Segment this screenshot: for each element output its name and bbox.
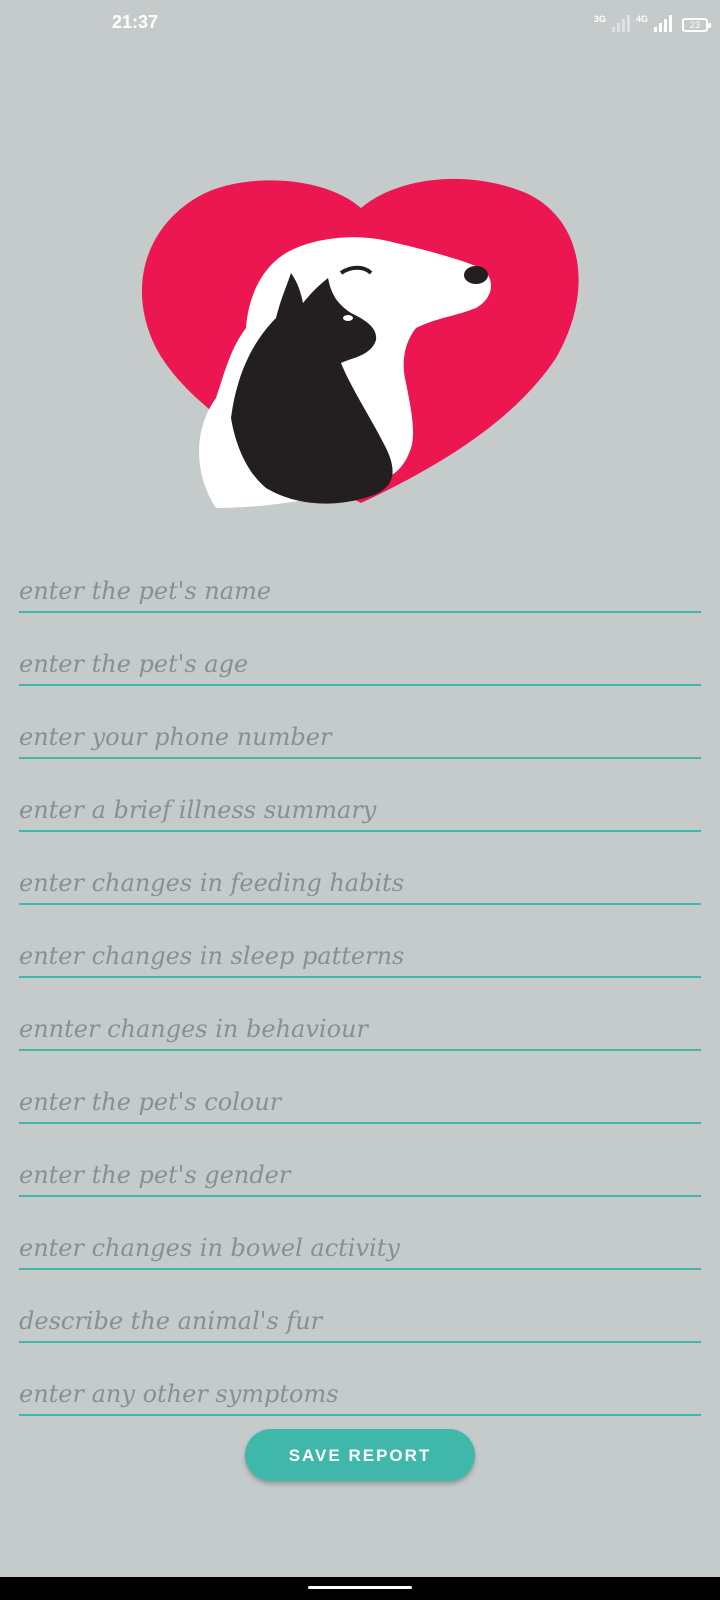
save-report-button[interactable]: SAVE REPORT [245,1429,475,1481]
illness-summary-field [19,759,701,832]
status-bar: 21:37 3G 4G 23 [0,0,720,50]
phone-number-input[interactable] [19,723,701,751]
sleep-patterns-input[interactable] [19,942,701,970]
other-symptoms-input[interactable] [19,1380,701,1408]
pet-colour-field [19,1051,701,1124]
fur-description-input[interactable] [19,1307,701,1335]
pet-age-input[interactable] [19,650,701,678]
network-4g-label: 4G [635,14,648,24]
pet-name-field [19,540,701,613]
pet-colour-input[interactable] [19,1088,701,1116]
network-3g-label: 3G [593,14,606,24]
bowel-activity-field [19,1197,701,1270]
other-symptoms-field [19,1343,701,1416]
pet-gender-field [19,1124,701,1197]
signal-4g-icon [654,14,672,32]
status-icons: 3G 4G 23 [593,14,711,32]
dog-nose-icon [464,266,488,284]
heart-dog-cat-logo [141,178,579,508]
signal-3g-icon [611,14,630,32]
battery-level: 23 [689,20,700,30]
pet-gender-input[interactable] [19,1161,701,1189]
battery-icon: 23 [682,18,711,32]
home-indicator[interactable] [308,1586,412,1589]
phone-number-field [19,686,701,759]
bowel-activity-input[interactable] [19,1234,701,1262]
pet-name-input[interactable] [19,577,701,605]
fur-description-field [19,1270,701,1343]
status-time: 21:37 [112,12,159,32]
report-form [19,540,701,1416]
behaviour-field [19,978,701,1051]
illness-summary-input[interactable] [19,796,701,824]
pet-age-field [19,613,701,686]
feeding-habits-field [19,832,701,905]
behaviour-input[interactable] [19,1015,701,1043]
feeding-habits-input[interactable] [19,869,701,897]
sleep-patterns-field [19,905,701,978]
cat-eye-icon [343,315,353,321]
navigation-bar [0,1577,720,1600]
